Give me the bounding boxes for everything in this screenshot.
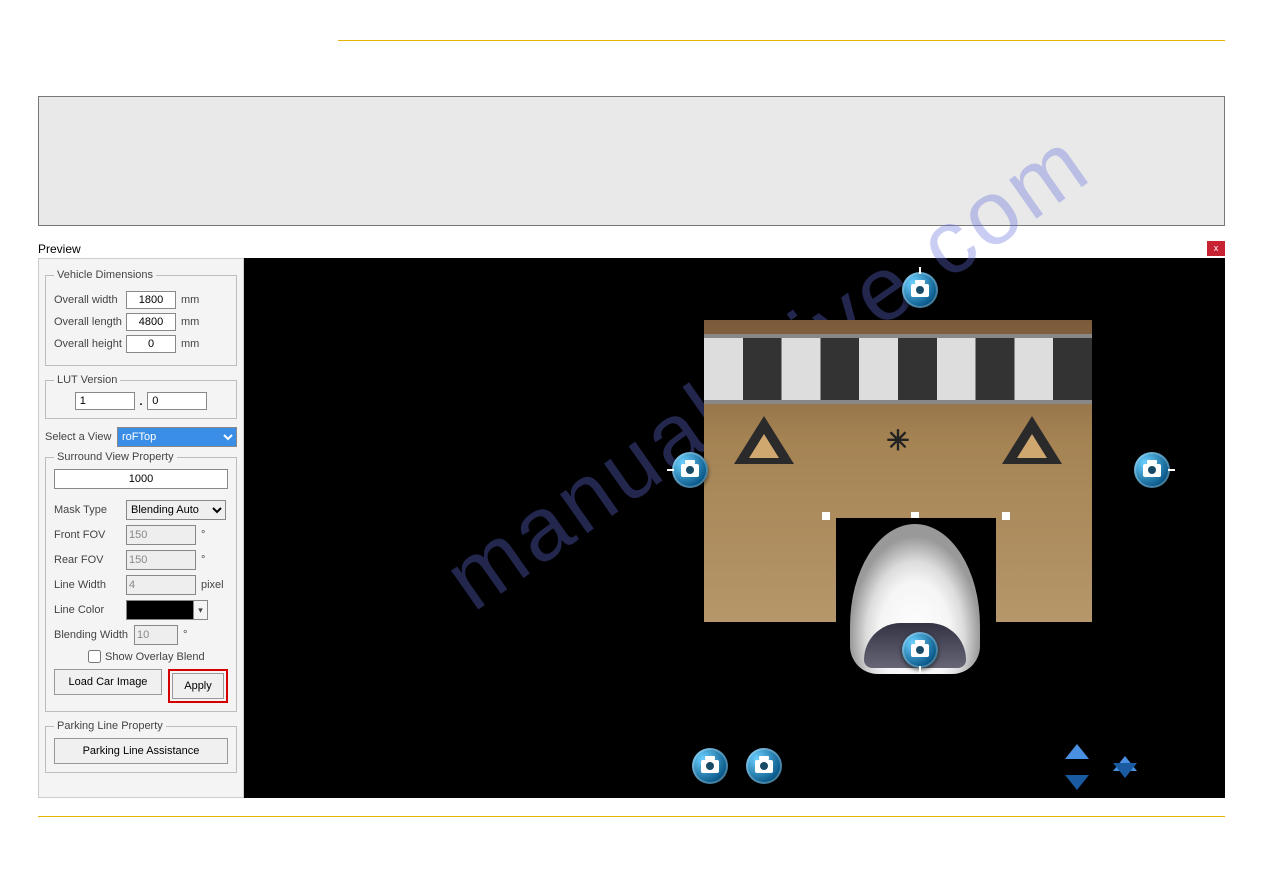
parking-line-group: Parking Line Property Parking Line Assis… <box>45 720 237 773</box>
unit-pixel: pixel <box>201 579 224 591</box>
lut-minor-input[interactable] <box>147 392 207 410</box>
select-view-label: Select a View <box>45 431 117 443</box>
mask-type-label: Mask Type <box>54 504 126 516</box>
unit-mm: mm <box>181 294 199 306</box>
line-color-picker[interactable]: ▾ <box>126 600 208 620</box>
camera-left-button[interactable] <box>672 452 708 488</box>
close-button[interactable]: x <box>1207 241 1225 256</box>
parking-line-legend: Parking Line Property <box>54 720 166 732</box>
chevron-down-icon: ▾ <box>194 600 208 620</box>
mask-type-dropdown[interactable]: Blending Auto <box>126 500 226 520</box>
surround-view-legend: Surround View Property <box>54 451 177 463</box>
lut-major-input[interactable] <box>75 392 135 410</box>
calibration-triangle-right <box>1002 416 1062 464</box>
color-swatch-icon <box>126 600 194 620</box>
crop-handle[interactable] <box>1002 512 1010 520</box>
arrow-up-icon <box>1065 744 1089 759</box>
front-fov-input <box>126 525 196 545</box>
checker-pattern <box>704 334 1092 404</box>
arrow-down-icon <box>1065 775 1089 790</box>
vehicle-dimensions-group: Vehicle Dimensions Overall width mm Over… <box>45 269 237 366</box>
crop-handle[interactable] <box>822 512 830 520</box>
lut-dot: . <box>139 392 143 410</box>
camera-icon <box>681 464 699 477</box>
camera-right-button[interactable] <box>1134 452 1170 488</box>
load-car-image-button[interactable]: Load Car Image <box>54 669 162 695</box>
blending-width-input <box>134 625 178 645</box>
surround-view-group: Surround View Property Mask Type Blendin… <box>45 451 237 712</box>
camera-view-frame: ✳ <box>704 320 1092 622</box>
preview-canvas: manualshive.com ✳ <box>244 258 1225 798</box>
unit-mm: mm <box>181 338 199 350</box>
overall-length-label: Overall length <box>54 316 126 328</box>
apply-button[interactable]: Apply <box>172 673 224 699</box>
surround-value-input[interactable] <box>54 469 228 489</box>
line-width-label: Line Width <box>54 579 126 591</box>
camera-icon <box>911 644 929 657</box>
camera-top-button[interactable] <box>902 272 938 308</box>
overall-length-input[interactable] <box>126 313 176 331</box>
line-width-input <box>126 575 196 595</box>
vehicle-dimensions-legend: Vehicle Dimensions <box>54 269 156 281</box>
document-banner <box>38 96 1225 226</box>
window-title: Preview <box>38 242 1225 256</box>
center-marker-icon: ✳ <box>886 424 909 457</box>
arrow-down-icon <box>1113 763 1137 778</box>
parking-line-assistance-button[interactable]: Parking Line Assistance <box>54 738 228 764</box>
overall-width-label: Overall width <box>54 294 126 306</box>
overall-height-label: Overall height <box>54 338 126 350</box>
apply-highlight: Apply <box>168 669 228 703</box>
show-overlay-blend-checkbox[interactable] <box>88 650 101 663</box>
front-fov-label: Front FOV <box>54 529 126 541</box>
rotate-cw-button[interactable] <box>746 748 782 784</box>
unit-deg: ° <box>183 629 187 641</box>
calibration-triangle-left <box>734 416 794 464</box>
line-color-label: Line Color <box>54 604 126 616</box>
lut-version-legend: LUT Version <box>54 374 120 386</box>
settings-sidebar: Vehicle Dimensions Overall width mm Over… <box>38 258 244 798</box>
zoom-collapse-button[interactable] <box>1110 744 1140 790</box>
lut-version-group: LUT Version . <box>45 374 237 419</box>
camera-icon <box>701 760 719 773</box>
unit-mm: mm <box>181 316 199 328</box>
rotate-ccw-button[interactable] <box>692 748 728 784</box>
rear-fov-input <box>126 550 196 570</box>
overall-width-input[interactable] <box>126 291 176 309</box>
overall-height-input[interactable] <box>126 335 176 353</box>
camera-icon <box>911 284 929 297</box>
rear-fov-label: Rear FOV <box>54 554 126 566</box>
zoom-expand-button[interactable] <box>1062 744 1092 790</box>
unit-deg: ° <box>201 554 205 566</box>
blending-width-label: Blending Width <box>54 629 134 641</box>
camera-icon <box>755 760 773 773</box>
camera-icon <box>1143 464 1161 477</box>
select-view-dropdown[interactable]: roFTop <box>117 427 237 447</box>
unit-deg: ° <box>201 529 205 541</box>
show-overlay-blend-label: Show Overlay Blend <box>105 651 205 663</box>
camera-bottom-button[interactable] <box>902 632 938 668</box>
